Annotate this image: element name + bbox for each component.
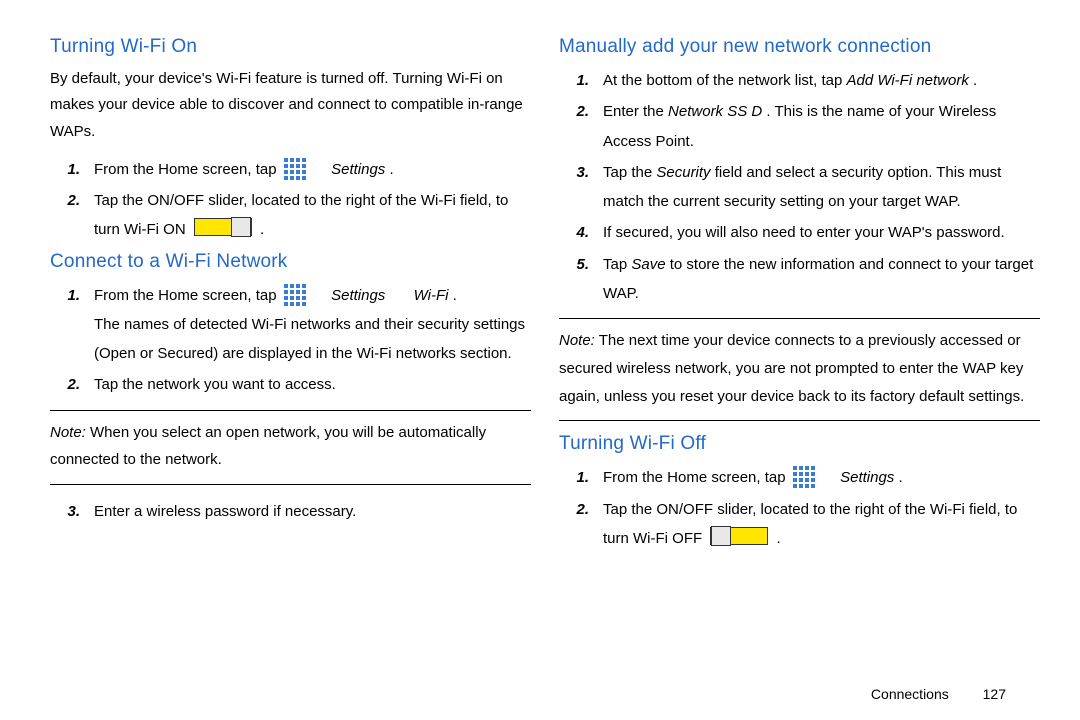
step: 1. From the Home screen, tap (50, 155, 531, 184)
step-number: 3. (559, 158, 603, 187)
step: 1. From the Home screen, tap (50, 281, 531, 369)
step-number: 3. (50, 497, 94, 526)
apps-grid-icon (792, 465, 816, 489)
text: . (973, 72, 977, 89)
step: 2. Tap the ON/OFF slider, located to the… (559, 495, 1040, 554)
step-number: 1. (559, 66, 603, 95)
note-reconnect: Note: The next time your device connects… (559, 318, 1040, 421)
heading-manual-add: Manually add your new network connection (559, 36, 1040, 58)
text: . (260, 221, 264, 238)
left-column: Turning Wi-Fi On By default, your device… (50, 30, 531, 682)
page-footer: Connections 127 (50, 682, 1040, 710)
wifi-on-steps: 1. From the Home screen, tap (50, 155, 531, 245)
note-body: When you select an open network, you wil… (50, 424, 486, 469)
note-body: The next time your device connects to a … (559, 332, 1024, 405)
step-text: Tap the ON/OFF slider, located to the ri… (94, 186, 531, 245)
step-number: 2. (559, 97, 603, 126)
step-text: Enter the Network SS D . This is the nam… (603, 97, 1040, 156)
text: The names of detected Wi-Fi networks and… (94, 316, 525, 362)
step-text: From the Home screen, tap (603, 463, 1040, 492)
text: From the Home screen, tap (94, 161, 281, 178)
text: . (389, 161, 393, 178)
toggle-on-icon (194, 218, 252, 236)
wifi-on-intro: By default, your device's Wi-Fi feature … (50, 66, 531, 145)
settings-label: Settings (840, 469, 894, 486)
security-label: Security (656, 164, 710, 181)
wifi-label: Wi-Fi (414, 287, 449, 304)
step: 2. Enter the Network SS D . This is the … (559, 97, 1040, 156)
save-label: Save (631, 256, 665, 273)
note-open-network: Note: When you select an open network, y… (50, 410, 531, 486)
step: 1. At the bottom of the network list, ta… (559, 66, 1040, 95)
step-text: If secured, you will also need to enter … (603, 218, 1040, 247)
add-wifi-label: Add Wi-Fi network (846, 72, 968, 89)
note-lead: Note: (559, 332, 595, 349)
step: 2. Tap the ON/OFF slider, located to the… (50, 186, 531, 245)
ssid-label: Network SS D (668, 103, 762, 120)
step-number: 1. (50, 281, 94, 310)
two-column-layout: Turning Wi-Fi On By default, your device… (50, 30, 1040, 682)
step-text: From the Home screen, tap (94, 155, 531, 184)
text: Tap the ON/OFF slider, located to the ri… (94, 192, 508, 238)
step-text: Tap the Security field and select a secu… (603, 158, 1040, 217)
step: 2. Tap the network you want to access. (50, 370, 531, 399)
footer-chapter: Connections (871, 686, 949, 702)
step: 5. Tap Save to store the new information… (559, 250, 1040, 309)
step: 4. If secured, you will also need to ent… (559, 218, 1040, 247)
text: From the Home screen, tap (94, 287, 281, 304)
apps-grid-icon (283, 283, 307, 307)
text: Enter the (603, 103, 668, 120)
step-text: Tap Save to store the new information an… (603, 250, 1040, 309)
heading-connect: Connect to a Wi-Fi Network (50, 251, 531, 273)
step-number: 5. (559, 250, 603, 279)
right-column: Manually add your new network connection… (559, 30, 1040, 682)
heading-wifi-on: Turning Wi-Fi On (50, 36, 531, 58)
settings-label: Settings (331, 161, 385, 178)
step: 1. From the Home screen, tap (559, 463, 1040, 492)
settings-label: Settings (331, 287, 385, 304)
text: From the Home screen, tap (603, 469, 790, 486)
text: Tap (603, 256, 631, 273)
step-number: 2. (559, 495, 603, 524)
text: . (453, 287, 457, 304)
connect-steps-cont: 3. Enter a wireless password if necessar… (50, 497, 531, 526)
step-text: Tap the network you want to access. (94, 370, 531, 399)
step: 3. Enter a wireless password if necessar… (50, 497, 531, 526)
connect-steps: 1. From the Home screen, tap (50, 281, 531, 400)
text: to store the new information and connect… (603, 256, 1033, 302)
step-text: Enter a wireless password if necessary. (94, 497, 531, 526)
text: Tap the (603, 164, 656, 181)
step-number: 2. (50, 370, 94, 399)
step-text: At the bottom of the network list, tap A… (603, 66, 1040, 95)
step-text: Tap the ON/OFF slider, located to the ri… (603, 495, 1040, 554)
text: . (898, 469, 902, 486)
footer-page-number: 127 (983, 686, 1006, 702)
text: . (777, 530, 781, 547)
apps-grid-icon (283, 157, 307, 181)
step-number: 4. (559, 218, 603, 247)
text: Tap the ON/OFF slider, located to the ri… (603, 501, 1017, 547)
step: 3. Tap the Security field and select a s… (559, 158, 1040, 217)
heading-wifi-off: Turning Wi-Fi Off (559, 433, 1040, 455)
toggle-off-icon (710, 527, 768, 545)
text: At the bottom of the network list, tap (603, 72, 846, 89)
manual-page: Turning Wi-Fi On By default, your device… (0, 0, 1080, 720)
step-number: 1. (559, 463, 603, 492)
wifi-off-steps: 1. From the Home screen, tap (559, 463, 1040, 553)
manual-steps: 1. At the bottom of the network list, ta… (559, 66, 1040, 308)
step-number: 1. (50, 155, 94, 184)
note-lead: Note: (50, 424, 86, 441)
step-number: 2. (50, 186, 94, 215)
step-text: From the Home screen, tap (94, 281, 531, 369)
